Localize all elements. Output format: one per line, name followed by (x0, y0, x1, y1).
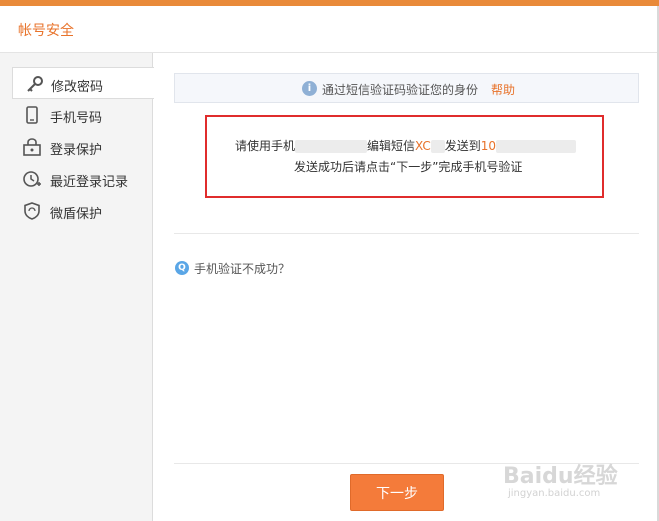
sidebar: 修改密码 手机号码 登录保护 最近登录记录 微盾保护 (0, 53, 154, 521)
sidebar-item-shield-protection[interactable]: 微盾保护 (0, 195, 153, 227)
sidebar-item-label: 微盾保护 (50, 207, 103, 222)
baidu-watermark: Baidu经验 jingyan.baidu.com (503, 458, 653, 514)
question-icon: Q (175, 261, 189, 275)
shield-icon (22, 202, 42, 220)
lock-icon (22, 138, 42, 156)
redacted-phone (295, 140, 368, 153)
instruction-line-2: 发送成功后请点击“下一步”完成手机号验证 (294, 160, 523, 174)
clock-icon (22, 170, 42, 188)
section-divider (174, 233, 639, 234)
window-title: 帐号安全 (18, 23, 74, 39)
sidebar-item-label: 最近登录记录 (50, 175, 129, 190)
sidebar-item-login-protection[interactable]: 登录保护 (0, 131, 153, 163)
sidebar-item-recent-logins[interactable]: 最近登录记录 (0, 163, 153, 195)
redacted-code (430, 140, 445, 153)
sms-code: XC (415, 139, 431, 153)
instruction-line-1: 请使用手机 编辑短信XC 发送到10 (235, 137, 577, 154)
title-bar: 帐号安全 (0, 6, 659, 53)
sms-instruction-box: 请使用手机 编辑短信XC 发送到10 发送成功后请点击“下一步”完成手机号验证 (205, 115, 604, 198)
sidebar-item-label: 手机号码 (50, 111, 103, 126)
sms-target-number: 10 (480, 139, 497, 153)
instruction-prefix: 请使用手机 (235, 139, 296, 153)
help-link[interactable]: 帮助 (491, 81, 515, 98)
info-icon: i (302, 81, 317, 96)
key-icon (25, 75, 45, 93)
sidebar-item-label: 修改密码 (51, 80, 104, 95)
info-text: 通过短信验证码验证您的身份 (322, 83, 479, 97)
watermark-url: jingyan.baidu.com (508, 488, 601, 499)
phone-icon (22, 106, 42, 124)
redacted-number (496, 140, 577, 153)
sidebar-item-change-password[interactable]: 修改密码 (12, 67, 154, 99)
next-step-button[interactable]: 下一步 (350, 474, 444, 511)
instruction-middle: 编辑短信 (367, 139, 416, 153)
faq-label: 手机验证不成功？ (194, 262, 291, 276)
instruction-suffix: 发送到 (444, 139, 481, 153)
watermark-logo: Baidu经验 (503, 464, 618, 489)
sidebar-item-phone-number[interactable]: 手机号码 (0, 99, 153, 131)
info-bar: i 通过短信验证码验证您的身份 帮助 (174, 73, 639, 103)
sidebar-item-label: 登录保护 (50, 143, 103, 158)
